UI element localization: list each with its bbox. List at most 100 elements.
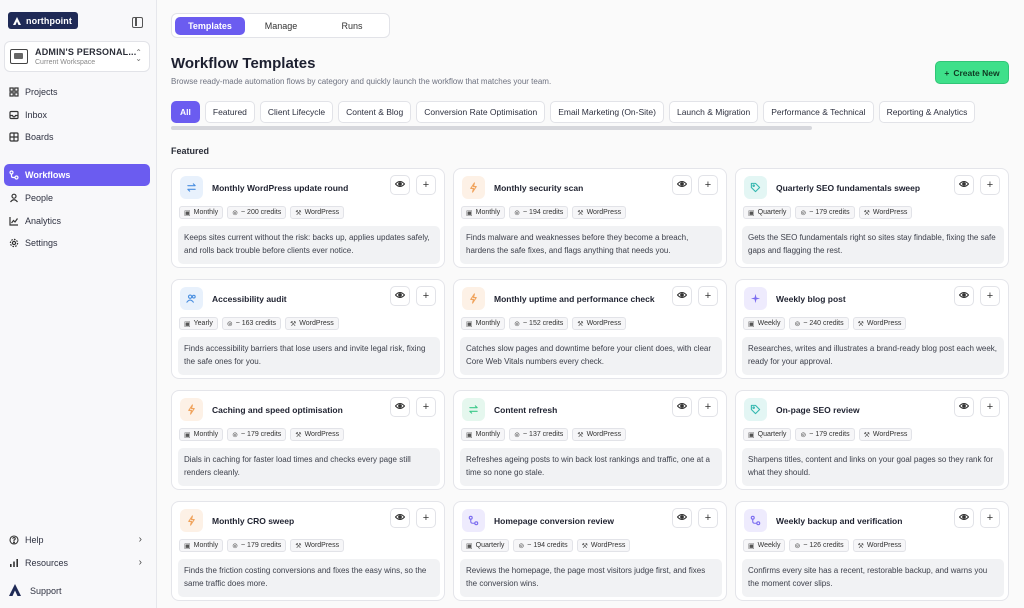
card-description: Finds the friction costing conversions a… xyxy=(178,559,440,597)
template-card[interactable]: Quarterly SEO fundamentals sweep + ▣ Quarte… xyxy=(735,168,1009,268)
add-button[interactable]: + xyxy=(698,175,718,195)
preview-button[interactable] xyxy=(954,175,974,195)
frequency-badge: ▣ Yearly xyxy=(179,317,218,330)
bolt-icon xyxy=(180,398,203,421)
tab-templates[interactable]: Templates xyxy=(175,17,245,35)
board-icon xyxy=(9,132,19,142)
add-button[interactable]: + xyxy=(980,397,1000,417)
credits-badge: ⊚ ~ 194 credits xyxy=(509,206,569,219)
preview-button[interactable] xyxy=(672,175,692,195)
sidebar-item-resources[interactable]: Resources › xyxy=(4,552,150,574)
sidebar-item-help[interactable]: Help › xyxy=(4,529,150,551)
sidebar-item-analytics[interactable]: Analytics xyxy=(4,210,150,232)
credits-icon: ⊚ xyxy=(226,320,233,328)
sidebar-item-people[interactable]: People xyxy=(4,187,150,209)
eye-icon xyxy=(394,512,406,524)
card-meta: ▣ Quarterly ⊚ ~ 179 credits ⚒ WordPress xyxy=(743,428,913,441)
platform-label: WordPress xyxy=(866,542,902,549)
platform-badge: ⚒ WordPress xyxy=(858,206,913,219)
filter-chip[interactable]: Reporting & Analytics xyxy=(878,101,976,123)
filter-chip[interactable]: Email Marketing (On-Site) xyxy=(550,101,664,123)
platform-label: WordPress xyxy=(304,431,340,438)
template-card[interactable]: Monthly uptime and performance check + ▣ Mo… xyxy=(453,279,727,379)
credits-label: ~ 179 credits xyxy=(241,431,282,438)
filter-chip[interactable]: All xyxy=(171,101,200,123)
sidebar-item-boards[interactable]: Boards xyxy=(4,126,150,148)
frequency-badge: ▣ Monthly xyxy=(461,317,506,330)
template-card[interactable]: Content refresh + ▣ Monthly ⊚ ~ 137 credits ⚒ W… xyxy=(453,390,727,490)
template-card[interactable]: Weekly backup and verification + ▣ Weekly ⊚ ~… xyxy=(735,501,1009,601)
template-card[interactable]: Weekly blog post + ▣ Weekly ⊚ ~ 240 credits ⚒ W… xyxy=(735,279,1009,379)
bolt-icon xyxy=(180,509,203,532)
add-button[interactable]: + xyxy=(416,508,436,528)
template-card[interactable]: Monthly WordPress update round + ▣ Monthly ⊚… xyxy=(171,168,445,268)
filter-chip[interactable]: Performance & Technical xyxy=(763,101,874,123)
credits-label: ~ 152 credits xyxy=(523,320,564,327)
add-button[interactable]: + xyxy=(416,175,436,195)
template-card[interactable]: Caching and speed optimisation + ▣ Monthly ⊚… xyxy=(171,390,445,490)
card-meta: ▣ Monthly ⊚ ~ 179 credits ⚒ WordPress xyxy=(179,428,345,441)
card-meta: ▣ Quarterly ⊚ ~ 179 credits ⚒ WordPress xyxy=(743,206,913,219)
tab-runs[interactable]: Runs xyxy=(317,17,387,35)
add-button[interactable]: + xyxy=(698,286,718,306)
sidebar: northpoint ADMIN'S PERSONAL... Current W… xyxy=(0,0,157,608)
frequency-label: Monthly xyxy=(193,209,219,216)
preview-button[interactable] xyxy=(672,508,692,528)
add-button[interactable]: + xyxy=(416,397,436,417)
preview-button[interactable] xyxy=(954,286,974,306)
wrench-icon: ⚒ xyxy=(577,209,584,217)
template-card[interactable]: Accessibility audit + ▣ Yearly ⊚ ~ 163 credit… xyxy=(171,279,445,379)
preview-button[interactable] xyxy=(672,397,692,417)
calendar-icon: ▣ xyxy=(466,320,473,328)
support-link[interactable]: Support xyxy=(8,583,62,599)
sidebar-item-inbox[interactable]: Inbox xyxy=(4,104,150,126)
template-card[interactable]: Monthly security scan + ▣ Monthly ⊚ ~ 194 cre… xyxy=(453,168,727,268)
frequency-badge: ▣ Quarterly xyxy=(743,206,792,219)
add-button[interactable]: + xyxy=(698,397,718,417)
plus-icon: + xyxy=(986,401,994,413)
card-description: Reviews the homepage, the page most visi… xyxy=(460,559,722,597)
filter-chip[interactable]: Content & Blog xyxy=(338,101,412,123)
plus-icon: + xyxy=(704,290,712,302)
filter-chip[interactable]: Launch & Migration xyxy=(668,101,759,123)
preview-button[interactable] xyxy=(954,397,974,417)
sidebar-item-settings[interactable]: Settings xyxy=(4,232,150,254)
workspace-switcher[interactable]: ADMIN'S PERSONAL... Current Workspace ⌃ ⌄ xyxy=(4,41,150,72)
preview-button[interactable] xyxy=(954,508,974,528)
credits-icon: ⊚ xyxy=(514,431,521,439)
template-card[interactable]: Homepage conversion review + ▣ Quarterly ⊚ ~ … xyxy=(453,501,727,601)
sidebar-collapse-icon[interactable] xyxy=(132,17,143,28)
preview-button[interactable] xyxy=(390,175,410,195)
template-card[interactable]: On-page SEO review + ▣ Quarterly ⊚ ~ 179 cred… xyxy=(735,390,1009,490)
filter-chip[interactable]: Conversion Rate Optimisation xyxy=(416,101,546,123)
filters-scrollbar[interactable] xyxy=(171,126,812,130)
support-label: Support xyxy=(30,586,62,596)
sidebar-item-projects[interactable]: Projects xyxy=(4,81,150,103)
template-card[interactable]: Monthly CRO sweep + ▣ Monthly ⊚ ~ 179 credits… xyxy=(171,501,445,601)
add-button[interactable]: + xyxy=(980,508,1000,528)
sidebar-item-workflows[interactable]: Workflows xyxy=(4,164,150,186)
filter-chip[interactable]: Client Lifecycle xyxy=(259,101,334,123)
filter-chip[interactable]: Featured xyxy=(204,101,255,123)
add-button[interactable]: + xyxy=(980,175,1000,195)
sidebar-item-label: People xyxy=(25,193,54,203)
add-button[interactable]: + xyxy=(416,286,436,306)
card-title: Accessibility audit xyxy=(212,294,287,304)
frequency-badge: ▣ Quarterly xyxy=(461,539,510,552)
platform-label: WordPress xyxy=(872,431,908,438)
add-button[interactable]: + xyxy=(698,508,718,528)
create-new-button[interactable]: + Create New xyxy=(935,61,1009,84)
preview-button[interactable] xyxy=(390,508,410,528)
brand-logo[interactable]: northpoint xyxy=(8,12,78,29)
card-title: Monthly WordPress update round xyxy=(212,183,349,193)
platform-label: WordPress xyxy=(586,431,622,438)
credits-label: ~ 194 credits xyxy=(527,542,568,549)
credits-icon: ⊚ xyxy=(514,209,521,217)
preview-button[interactable] xyxy=(390,397,410,417)
add-button[interactable]: + xyxy=(980,286,1000,306)
credits-label: ~ 194 credits xyxy=(523,209,564,216)
preview-button[interactable] xyxy=(672,286,692,306)
frequency-badge: ▣ Monthly xyxy=(179,428,224,441)
tab-manage[interactable]: Manage xyxy=(246,17,316,35)
preview-button[interactable] xyxy=(390,286,410,306)
